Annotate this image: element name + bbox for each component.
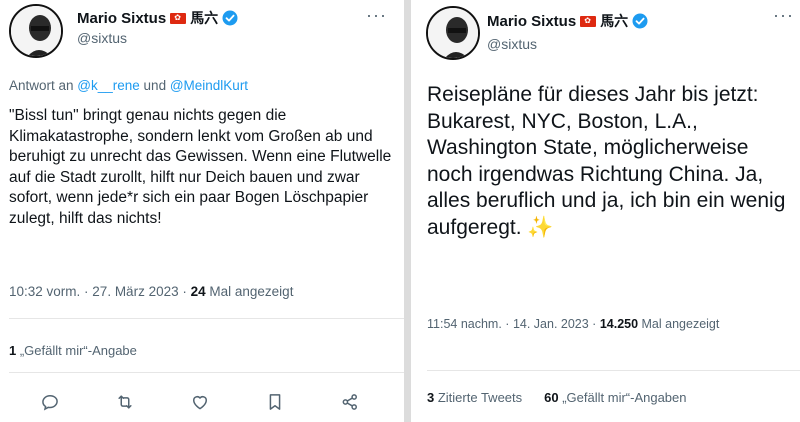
retweet-icon[interactable] — [115, 392, 135, 412]
author-row: Mario Sixtus 馬六 — [77, 8, 238, 28]
bookmark-icon[interactable] — [265, 392, 285, 412]
reply-icon[interactable] — [40, 392, 60, 412]
like-icon[interactable] — [190, 392, 210, 412]
avatar[interactable] — [9, 4, 63, 58]
tweet-card[interactable]: Mario Sixtus 馬六 @sixtus ··· Reisepläne f… — [411, 0, 800, 422]
tweet-text: "Bissl tun" bringt genau nichts gegen di… — [9, 107, 392, 227]
quotes-stat[interactable]: 3 Zitierte Tweets — [427, 390, 522, 405]
avatar[interactable] — [426, 6, 480, 60]
reply-context: Antwort an @k__rene und @MeindlKurt — [9, 78, 248, 93]
meta-separator: · — [501, 317, 513, 331]
meta-separator: · — [80, 284, 93, 299]
meta-separator: · — [588, 317, 600, 331]
engagement-stats: 3 Zitierte Tweets 60 „Gefällt mir“-Angabe… — [427, 390, 687, 405]
meta-separator: · — [178, 284, 191, 299]
reply-prefix: Antwort an — [9, 78, 78, 93]
reply-joiner: und — [139, 78, 170, 93]
author-row: Mario Sixtus 馬六 — [487, 11, 648, 31]
views-count: 24 — [190, 284, 206, 299]
views-label: Mal angezeigt — [638, 317, 720, 331]
author-name-cjk: 馬六 — [600, 14, 629, 30]
tweet-time[interactable]: 10:32 vorm. — [9, 284, 80, 299]
action-bar — [40, 392, 360, 412]
tweet-text-content: Reisepläne für dieses Jahr bis jetzt: Bu… — [427, 83, 786, 239]
likes-stat[interactable]: 60 „Gefällt mir“-Angaben — [544, 390, 686, 405]
author-name-cjk: 馬六 — [190, 11, 219, 27]
author-handle[interactable]: @sixtus — [487, 36, 537, 52]
quotes-label: Zitierte Tweets — [434, 390, 523, 405]
share-icon[interactable] — [340, 392, 360, 412]
author-name[interactable]: Mario Sixtus — [487, 13, 576, 30]
tweet-date[interactable]: 14. Jan. 2023 — [513, 317, 589, 331]
reply-mention-link[interactable]: @MeindlKurt — [170, 78, 248, 93]
hong-kong-flag-icon — [170, 12, 187, 24]
reply-mention-link[interactable]: @k__rene — [77, 78, 140, 93]
likes-label: „Gefällt mir“-Angaben — [558, 390, 687, 405]
tweet-time[interactable]: 11:54 nachm. — [427, 317, 502, 331]
more-icon[interactable]: ··· — [366, 6, 387, 24]
more-icon[interactable]: ··· — [773, 6, 794, 24]
divider — [427, 370, 800, 371]
views-count: 14.250 — [599, 317, 639, 331]
author-handle[interactable]: @sixtus — [77, 30, 127, 46]
likes-count: 60 — [544, 390, 559, 405]
tweet-metadata: 10:32 vorm. · 27. März 2023 · 24 Mal ang… — [9, 284, 293, 299]
likes-stat[interactable]: 1 „Gefällt mir“-Angabe — [9, 343, 137, 358]
divider — [9, 318, 404, 319]
divider — [9, 372, 404, 373]
likes-label: „Gefällt mir“-Angabe — [16, 343, 137, 358]
tweet-date[interactable]: 27. März 2023 — [92, 284, 178, 299]
verified-badge-icon — [222, 10, 238, 26]
sparkles-emoji: ✨ — [527, 215, 554, 239]
tweet-card-reply[interactable]: Mario Sixtus 馬六 @sixtus ··· Antwort an @… — [0, 0, 404, 422]
tweet-metadata: 11:54 nachm. · 14. Jan. 2023 · 14.250 Ma… — [427, 315, 727, 334]
tweet-text: Reisepläne für dieses Jahr bis jetzt: Bu… — [427, 82, 797, 241]
views-label: Mal angezeigt — [205, 284, 294, 299]
verified-badge-icon — [632, 13, 648, 29]
hong-kong-flag-icon — [580, 15, 597, 27]
author-name[interactable]: Mario Sixtus — [77, 10, 166, 27]
